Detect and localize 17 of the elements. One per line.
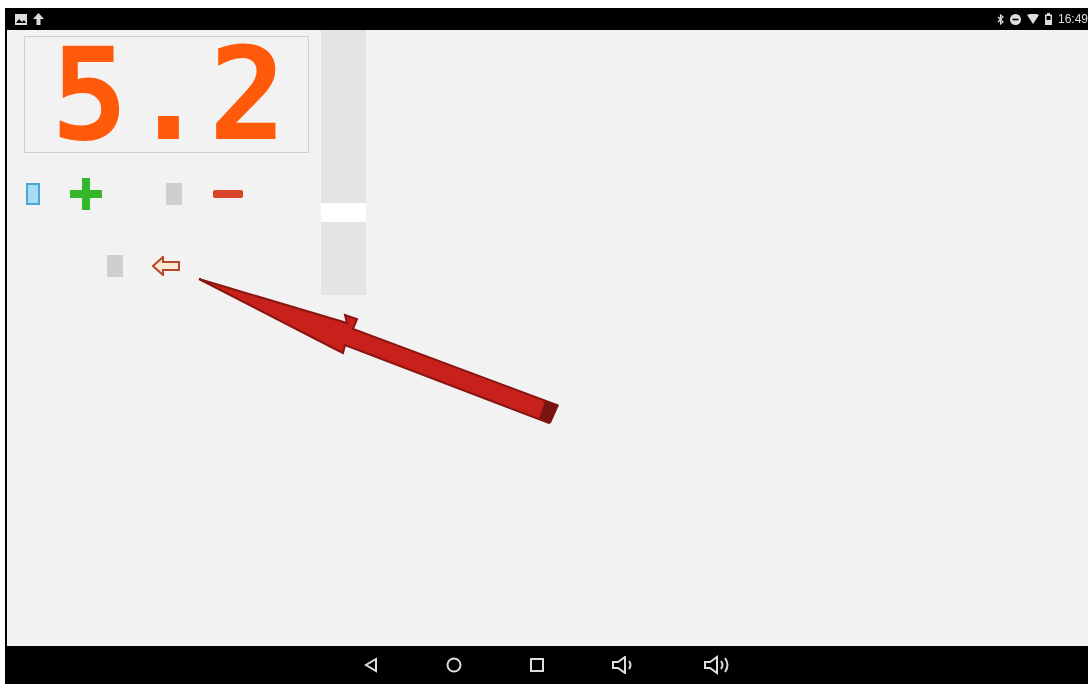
scroll-thumb[interactable] [321, 203, 366, 222]
do-not-disturb-icon [1009, 13, 1021, 25]
back-icon[interactable] [363, 657, 378, 673]
upload-icon [33, 13, 44, 25]
home-icon[interactable] [445, 657, 462, 673]
display-value: 5.2 [50, 30, 288, 159]
plus-icon[interactable] [70, 178, 102, 210]
rectangle-icon[interactable] [26, 183, 40, 205]
wifi-icon [1026, 14, 1039, 24]
left-arrow-icon[interactable] [152, 256, 180, 276]
scroll-track[interactable] [321, 30, 366, 295]
clock-time: 16:49 [1057, 12, 1088, 26]
bluetooth-icon [996, 13, 1004, 25]
battery-icon [1044, 13, 1052, 25]
minus-icon[interactable] [213, 190, 243, 198]
image-icon [15, 13, 27, 25]
recent-apps-icon[interactable] [529, 658, 544, 672]
